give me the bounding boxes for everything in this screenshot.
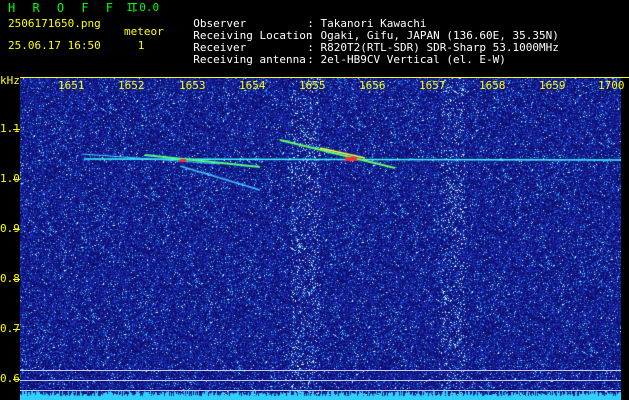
y-tick-mark [13,279,20,280]
info-antenna: Receiving antenna: 2el-HB9CV Vertical (e… [180,40,506,66]
reference-line [20,370,621,371]
y-tick-mark [13,129,20,130]
app-version: 1.0.0 [126,1,160,14]
x-tick-label: 1653 [179,79,206,92]
x-tick-label: 1657 [419,79,446,92]
x-tick-label: 1659 [539,79,566,92]
info-label: Receiving antenna [193,53,306,66]
detection-count: 1 [137,39,145,52]
spectrogram [20,78,621,400]
y-axis-unit: kHz [0,74,20,87]
x-tick-label: 1651 [58,79,85,92]
time-axis-line [20,77,629,78]
x-tick-label: 1655 [299,79,326,92]
reference-line [20,380,621,381]
y-tick-mark [13,179,20,180]
app-title: H R O F F T [8,1,143,15]
x-tick-label: 1656 [359,79,386,92]
x-tick-label: 1652 [118,79,145,92]
filename: 2506171650.png [8,17,101,30]
spectrogram-canvas [20,78,621,400]
datetime: 25.06.17 16:50 [8,39,101,52]
x-tick-label: 1658 [479,79,506,92]
detection-label: meteor [124,25,164,38]
x-tick-label: 1654 [239,79,266,92]
y-tick-mark [13,379,20,380]
info-value: : 2el-HB9CV Vertical (el. E-W) [307,53,506,66]
y-tick-mark [13,229,20,230]
reference-line [20,390,621,391]
y-tick-mark [13,329,20,330]
x-tick-label: 1700 [598,79,625,92]
